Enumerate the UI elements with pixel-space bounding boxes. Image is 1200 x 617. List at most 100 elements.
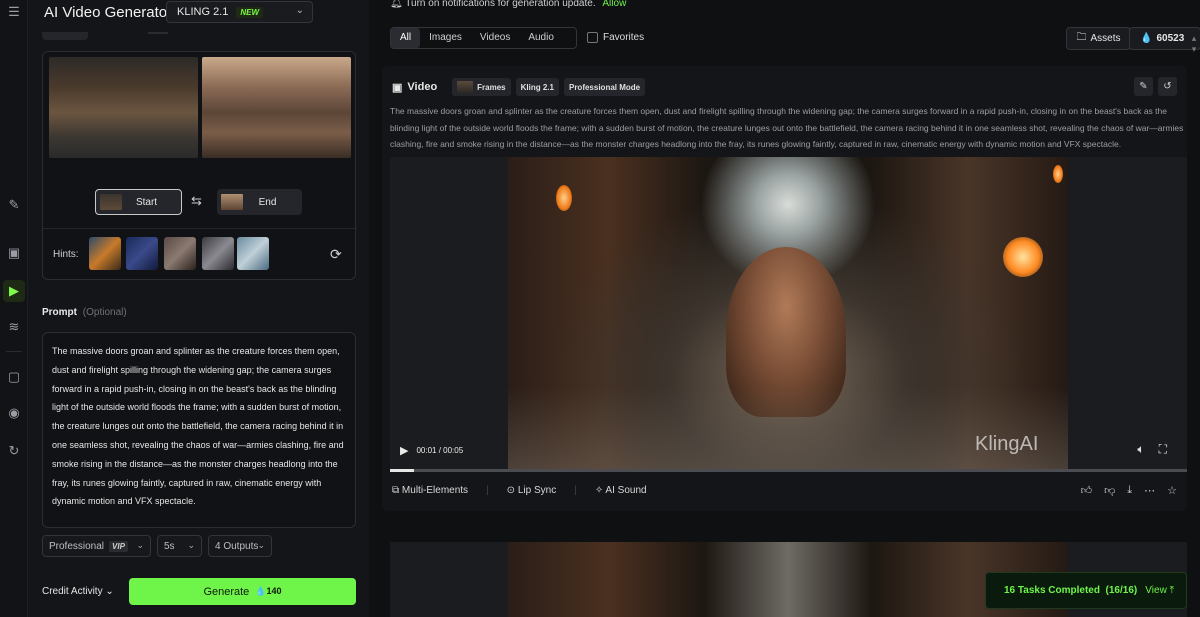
generate-label: Generate <box>203 585 250 598</box>
tag-frames-label: Frames <box>477 82 506 92</box>
lip-sync-button[interactable]: ⊙ Lip Sync <box>507 485 557 496</box>
assets-button[interactable]: 🗀 Assets <box>1066 27 1131 50</box>
tag-model[interactable]: Kling 2.1 <box>515 78 559 96</box>
progress-bar[interactable] <box>390 469 1187 472</box>
more-icon[interactable]: ⋯ <box>1144 484 1155 497</box>
view-label: View <box>1145 585 1167 596</box>
tasks-completed-toast: 16 Tasks Completed (16/16) View ⤒ <box>985 572 1187 609</box>
menu-icon[interactable]: ☰ <box>3 1 25 23</box>
scrollbar-arrows[interactable]: ▴ ▾ <box>1188 33 1200 73</box>
edit-icon[interactable]: ✎ <box>1134 77 1153 96</box>
video-actions: ⧉ Multi-Elements | ⊙ Lip Sync | ✧ AI Sou… <box>392 485 647 496</box>
bell-icon: 🔔︎ <box>390 0 406 9</box>
favorites-label: Favorites <box>603 32 645 43</box>
credit-activity-link[interactable]: Credit Activity ⌄ <box>42 586 114 597</box>
video-icon: ▣ <box>392 81 403 94</box>
credits-value: 60523 <box>1156 33 1185 44</box>
chevron-down-icon: ⌄ <box>136 540 144 550</box>
app-title: AI Video Generator <box>44 4 173 21</box>
thumbs-up-icon[interactable]: 👍︎ <box>1081 484 1093 497</box>
generate-button[interactable]: Generate 💧140 <box>129 578 356 605</box>
prompt-text[interactable]: The massive doors groan and splinter as … <box>52 342 348 511</box>
vip-badge: VIP <box>109 540 128 552</box>
outputs-value: 4 Outputs <box>215 540 259 552</box>
duration-select[interactable]: 5s ⌄ <box>157 535 202 557</box>
hint-thumb[interactable] <box>89 237 121 270</box>
end-frame-button[interactable]: End <box>217 189 302 215</box>
toast-label: 16 Tasks Completed <box>1004 585 1100 596</box>
hint-thumb[interactable] <box>126 237 158 270</box>
video-description: The massive doors groan and splinter as … <box>390 106 1184 149</box>
frame-previews <box>49 57 351 158</box>
multi-elements-button[interactable]: ⧉ Multi-Elements <box>392 485 468 496</box>
notification-bar: 🔔︎ Turn on notifications for generation … <box>390 0 626 9</box>
audio-wave-icon[interactable]: ≋ <box>3 316 25 338</box>
favorites-checkbox[interactable] <box>587 32 598 43</box>
hints-label: Hints: <box>53 249 79 260</box>
prompt-input[interactable]: The massive doors groan and splinter as … <box>42 332 356 528</box>
thumbs-down-icon[interactable]: 👎︎ <box>1104 484 1115 497</box>
tag-frames[interactable]: Frames <box>452 78 511 96</box>
start-label: Start <box>135 196 158 208</box>
favorites-toggle[interactable]: Favorites <box>587 32 644 43</box>
tag-mode[interactable]: Professional Mode <box>563 78 646 96</box>
frame-icon[interactable]: ▢ <box>3 366 25 388</box>
mode-tab-indicator <box>42 32 88 40</box>
video-player[interactable]: KlingAI ▶ 00:01 / 00:05 🔈︎ ⛶ <box>390 157 1187 472</box>
start-frame-button[interactable]: Start <box>95 189 182 215</box>
cost-value: 140 <box>266 586 282 596</box>
start-frame-preview[interactable] <box>49 57 198 158</box>
regenerate-icon[interactable]: ↺ <box>1158 77 1177 96</box>
frames-thumb <box>457 81 474 93</box>
tab-all[interactable]: All <box>391 28 421 48</box>
player-controls: 🔈︎ ⛶ <box>1137 442 1167 457</box>
divider: | <box>574 485 577 496</box>
rail-divider <box>6 351 22 352</box>
duration-value: 5s <box>164 540 175 552</box>
refresh-hints-icon[interactable]: ⟳ <box>330 246 342 263</box>
volume-icon[interactable]: 🔈︎ <box>1137 442 1144 457</box>
fullscreen-icon[interactable]: ⛶ <box>1159 442 1167 457</box>
prompt-title: Prompt <box>42 307 77 318</box>
tab-videos[interactable]: Videos <box>471 28 519 48</box>
image-icon[interactable]: ▣ <box>3 242 25 264</box>
chevron-down-icon: ⌄ <box>187 540 195 550</box>
eye-icon[interactable]: ◉ <box>3 402 25 424</box>
play-icon[interactable]: ▶ <box>400 444 408 457</box>
icon-rail: ☰ ✎ ▣ ▶ ≋ ▢ ◉ ↻ <box>0 0 28 617</box>
assets-label: Assets <box>1090 33 1121 44</box>
allow-notifications-link[interactable]: Allow <box>602 0 626 9</box>
toast-text: 16 Tasks Completed (16/16) <box>1004 585 1137 596</box>
tab-images[interactable]: Images <box>420 28 471 48</box>
history-icon[interactable]: ↻ <box>3 440 25 462</box>
ai-sound-button[interactable]: ✧ AI Sound <box>595 485 647 496</box>
brush-icon[interactable]: ✎ <box>3 194 25 216</box>
prompt-optional: (Optional) <box>82 307 127 318</box>
video-rating-actions: 👍︎ 👎︎ ⤓ ⋯ ☆ <box>1081 484 1177 497</box>
hint-thumb[interactable] <box>237 237 269 270</box>
download-icon[interactable]: ⤓ <box>1127 484 1132 497</box>
folder-icon: 🗀 <box>1076 32 1087 43</box>
model-select[interactable]: KLING 2.1 NEW ⌄ <box>166 1 313 23</box>
view-tasks-link[interactable]: View ⤒ <box>1145 585 1174 596</box>
notification-text: Turn on notifications for generation upd… <box>405 0 596 9</box>
end-frame-preview[interactable] <box>202 57 351 158</box>
kling-watermark: KlingAI <box>975 433 1039 455</box>
app-root: ☰ ✎ ▣ ▶ ≋ ▢ ◉ ↻ AI Video Generator KLING… <box>0 0 1200 617</box>
outputs-select[interactable]: 4 Outputs ⌄ <box>208 535 272 557</box>
fog <box>508 387 1068 472</box>
video-frame <box>508 542 1068 617</box>
progress-fill <box>390 469 414 472</box>
video-header-actions: ✎ ↺ <box>1134 77 1177 96</box>
hint-thumb[interactable] <box>202 237 234 270</box>
star-icon[interactable]: ☆ <box>1167 484 1177 497</box>
playback-time: ▶ 00:01 / 00:05 <box>400 444 463 457</box>
hint-thumb[interactable] <box>164 237 196 270</box>
chevron-down-icon: ⌄ <box>105 586 114 597</box>
mode-select[interactable]: Professional VIP ⌄ <box>42 535 151 557</box>
multi-elements-label: Multi-Elements <box>401 485 469 496</box>
video-icon[interactable]: ▶ <box>3 280 25 302</box>
swap-icon[interactable]: ⇆ <box>191 193 202 209</box>
generation-options: Professional VIP ⌄ 5s ⌄ 4 Outputs ⌄ <box>42 535 356 557</box>
tab-audio[interactable]: Audio <box>519 28 563 48</box>
